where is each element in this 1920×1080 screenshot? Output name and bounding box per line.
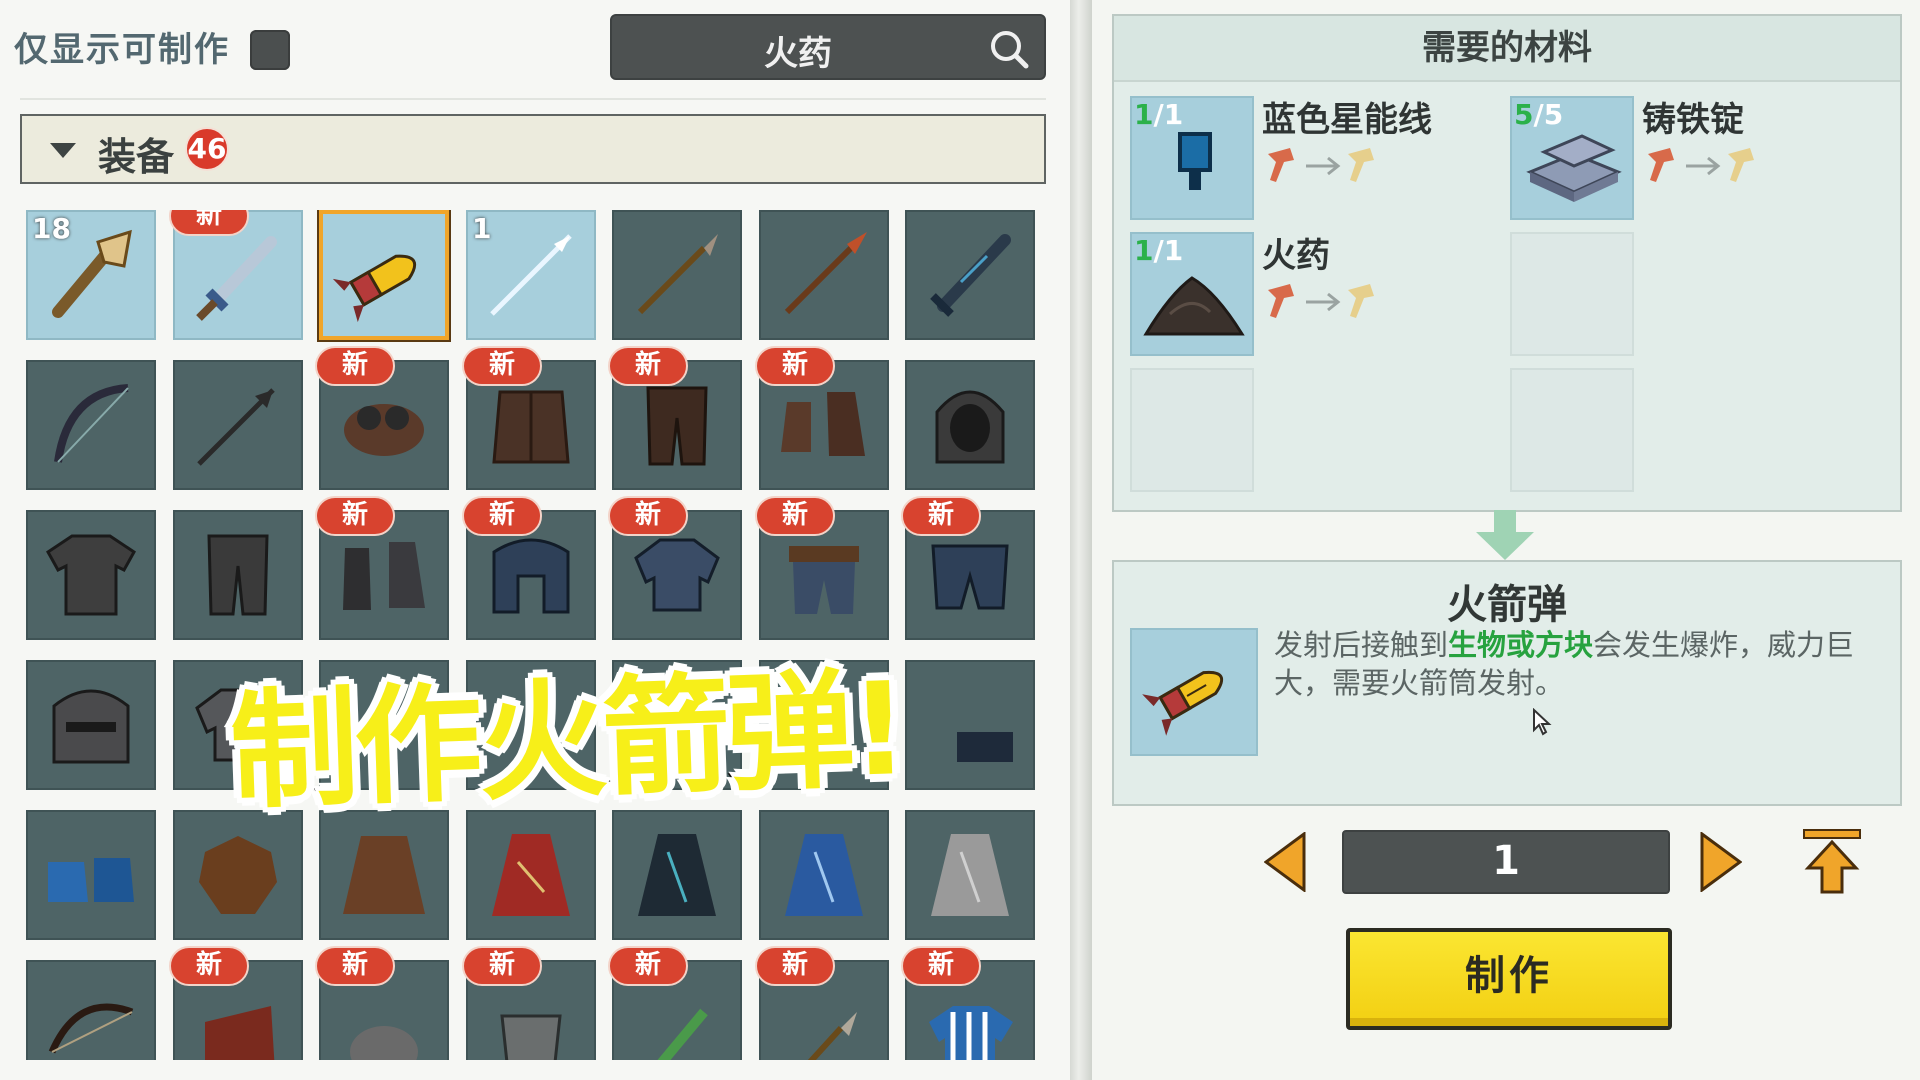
item-slot-chain-pants[interactable] [173,510,303,640]
new-badge: 新 [315,946,395,986]
new-badge: 新 [462,346,542,386]
down-arrow-icon [1476,510,1534,560]
quantity-max-button[interactable] [1802,828,1862,894]
item-slot-belt-pants[interactable]: 新 [755,496,889,640]
item-slot-striped-shirt[interactable]: 新 [901,946,1035,1060]
item-slot-chain-hood[interactable] [905,360,1035,490]
header-separator [20,98,1046,100]
craft-button[interactable]: 制作 [1346,928,1672,1030]
category-header-equipment[interactable]: 装备 46 [20,114,1046,184]
collapse-triangle-icon [50,143,76,158]
new-badge: 新 [755,496,835,536]
material-slot-empty [1130,368,1254,492]
description-highlight: 生物或方块 [1448,628,1594,662]
item-slot-red-cloth[interactable]: 新 [169,946,303,1060]
new-badge: 新 [462,496,542,536]
item-slot-iron-boots[interactable]: 新 [315,496,449,640]
material-slot-blue-star-wire[interactable]: 1/1 [1130,96,1254,220]
item-count: 18 [32,212,71,245]
item-slot-dark-cape[interactable] [612,810,742,940]
recipe-list-panel: 仅显示可制作 火药 装备 46 18 新 1 新新新新新新新新新新新新新新新 制作火箭… [0,0,1070,1080]
item-slot-dark-sword[interactable] [905,210,1035,340]
material-slot-empty [1510,368,1634,492]
item-slot-leather-vest[interactable]: 新 [462,346,596,490]
gunpowder-icon [1143,276,1245,336]
item-slot-leather-pants[interactable]: 新 [608,346,742,490]
new-badge: 新 [462,946,542,986]
new-badge: 新 [901,946,981,986]
search-input-value: 火药 [764,34,832,74]
item-slot-ice-spear[interactable]: 1 [466,210,596,340]
video-caption-text: 制作火箭弹! [225,652,910,830]
item-slot-bow[interactable] [26,360,156,490]
item-slot-iron-greaves[interactable]: 新 [901,496,1035,640]
crafting-detail-panel: 需要的材料 1/1 蓝色星能线 5/5 铸铁锭 1/1 火药 火箭弹 发射后接触… [1092,0,1920,1080]
material-slot-empty [1510,232,1634,356]
material-slot-gunpowder[interactable]: 1/1 [1130,232,1254,356]
item-slot-blue-sword[interactable]: 新 [169,210,303,340]
materials-title: 需要的材料 [1114,16,1900,82]
item-slot-chain-shirt[interactable] [26,510,156,640]
material-name: 蓝色星能线 [1262,100,1432,140]
craftable-only-checkbox[interactable] [250,30,290,70]
material-name: 火药 [1262,236,1330,276]
quantity-field[interactable]: 1 [1342,830,1670,894]
material-name: 铸铁锭 [1642,100,1744,140]
new-badge: 新 [608,946,688,986]
product-description: 发射后接触到生物或方块会发生爆炸，威力巨大，需要火箭筒发射。 [1274,628,1855,700]
item-count: 1 [472,212,492,245]
item-slot-iron-helmet[interactable]: 新 [462,496,596,640]
item-slot-fire-spear[interactable] [759,210,889,340]
hammer-flow-icon [1268,148,1374,182]
category-count-badge: 46 [185,127,229,171]
material-slot-cast-iron-ingot[interactable]: 5/5 [1510,96,1634,220]
category-label: 装备 [98,135,175,179]
item-slot-grey-cape[interactable] [905,810,1035,940]
new-badge: 新 [315,346,395,386]
hammer-flow-icon [1648,148,1754,182]
craftable-only-label: 仅显示可制作 [14,30,230,70]
new-badge: 新 [755,346,835,386]
product-title: 火箭弹 [1447,582,1567,628]
quantity-decrease-button[interactable] [1264,832,1306,892]
new-badge: 新 [608,346,688,386]
quantity-increase-button[interactable] [1700,832,1742,892]
hammer-flow-icon [1268,284,1374,318]
material-count: 1/1 [1134,234,1184,267]
item-slot-iron-chestplate[interactable]: 新 [608,496,742,640]
panel-divider [1070,0,1092,1080]
mouse-cursor-icon [1533,708,1552,736]
item-slot-arrow[interactable] [173,360,303,490]
item-slot-bamboo[interactable]: 新 [608,946,742,1060]
search-icon[interactable] [988,28,1030,70]
search-input[interactable]: 火药 [610,14,1046,80]
new-badge: 新 [901,496,981,536]
new-badge: 新 [169,946,249,986]
item-slot-leather-boots[interactable]: 新 [755,346,889,490]
item-slot-blue-cape[interactable] [759,810,889,940]
item-slot-goggles-cap[interactable]: 新 [315,346,449,490]
item-slot-rocket-shell[interactable] [317,210,451,342]
item-slot-torch-club[interactable]: 18 [26,210,156,340]
item-slot-stone-spear[interactable] [612,210,742,340]
new-badge: 新 [169,210,249,236]
new-badge: 新 [315,496,395,536]
item-slot-spear-tip[interactable]: 新 [755,946,889,1060]
item-slot-bucket[interactable]: 新 [462,946,596,1060]
item-slot-knight-helmet[interactable] [26,660,156,790]
item-slot-red-cape[interactable] [466,810,596,940]
video-caption-overlay: 制作火箭弹! [225,635,1000,830]
product-slot [1130,628,1258,756]
materials-panel: 需要的材料 1/1 蓝色星能线 5/5 铸铁锭 1/1 火药 [1112,14,1902,512]
product-panel: 火箭弹 发射后接触到生物或方块会发生爆炸，威力巨大，需要火箭筒发射。 [1112,560,1902,806]
rocket-shell-icon [1142,670,1224,736]
item-slot-stone[interactable]: 新 [315,946,449,1060]
new-badge: 新 [608,496,688,536]
new-badge: 新 [755,946,835,986]
item-slot-recurve-bow[interactable] [26,960,156,1060]
cast-iron-ingot-icon [1526,134,1622,202]
item-slot-blue-boots[interactable] [26,810,156,940]
blue-star-wire-icon [1178,132,1212,190]
